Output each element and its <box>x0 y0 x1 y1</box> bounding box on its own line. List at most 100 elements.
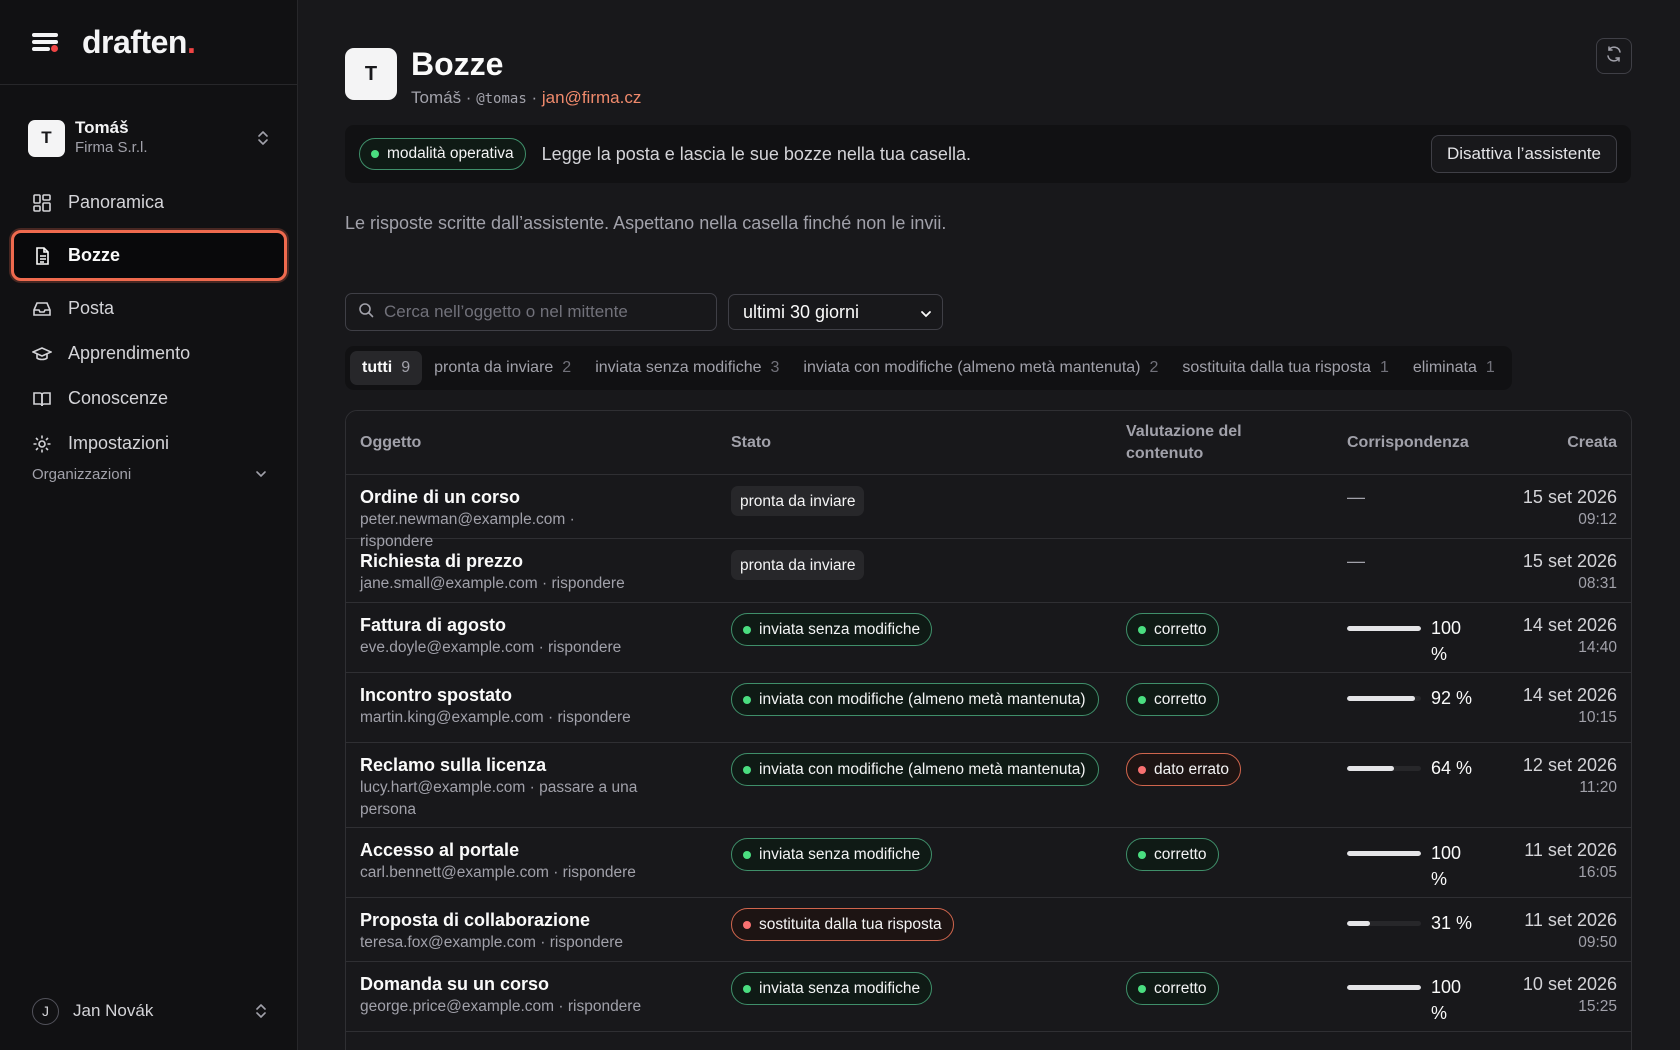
refresh-button[interactable] <box>1596 38 1632 74</box>
menu-icon[interactable] <box>32 30 60 54</box>
profile-email[interactable]: jan@firma.cz <box>542 88 641 107</box>
main-content: T Bozze Tomáš · @tomas · jan@firma.cz mo… <box>298 0 1680 1050</box>
column-header-rating[interactable]: Valutazione del contenuto <box>1126 421 1296 465</box>
match-percent: 31 % <box>1431 913 1473 933</box>
drafts-table: Oggetto Stato Valutazione del contenuto … <box>345 410 1632 1050</box>
row-time: 15:25 <box>1578 998 1617 1015</box>
row-match-cell: 100 % <box>1347 615 1497 667</box>
sidebar: draften. T Tomáš Firma S.r.l. Panoramica… <box>0 0 298 1050</box>
column-header-subject[interactable]: Oggetto <box>360 432 710 454</box>
organizations-toggle[interactable]: Organizzazioni <box>32 466 268 483</box>
row-created-cell: 14 set 2026 10:15 <box>1487 683 1617 729</box>
table-row[interactable]: Accesso al portale carl.bennett@example.c… <box>346 828 1631 898</box>
mode-bar: modalità operativa Legge la posta e lasc… <box>345 125 1631 183</box>
column-header-status[interactable]: Stato <box>731 432 1111 454</box>
nav-item-posta[interactable]: Posta <box>14 286 284 331</box>
row-match-cell: — <box>1347 551 1497 572</box>
row-match-cell: 100 % <box>1347 840 1497 892</box>
refresh-icon <box>1605 45 1623 68</box>
table-row[interactable]: Domanda su un corso george.price@example.… <box>346 962 1631 1032</box>
row-status-cell: inviata senza modifiche <box>731 972 1111 1005</box>
account-avatar: T <box>28 119 65 157</box>
status-badge: inviata con modifiche (almeno metà mante… <box>731 683 1099 716</box>
rating-badge: corretto <box>1126 838 1219 871</box>
column-header-match[interactable]: Corrispondenza <box>1347 432 1497 454</box>
row-time: 09:12 <box>1578 511 1617 528</box>
row-created-cell: 10 set 2026 15:25 <box>1487 972 1617 1018</box>
row-subject[interactable]: Ordine di un corso <box>360 485 710 509</box>
nav-item-apprendimento[interactable]: Apprendimento <box>14 331 284 376</box>
nav-item-panoramica[interactable]: Panoramica <box>14 180 284 225</box>
row-sender-meta: lucy.hart@example.com · passare a una pe… <box>360 779 638 818</box>
row-date: 12 set 2026 <box>1522 755 1617 775</box>
inbox-icon <box>32 299 52 319</box>
profile-avatar: T <box>345 48 397 100</box>
match-empty: — <box>1347 487 1365 507</box>
match-bar <box>1347 921 1421 926</box>
period-selected: ultimi 30 giorni <box>743 301 860 322</box>
match-percent: 64 % <box>1431 758 1473 778</box>
nav-item-conoscenze[interactable]: Conoscenze <box>14 376 284 421</box>
chevron-updown-icon <box>254 1002 268 1020</box>
row-time: 08:31 <box>1578 575 1617 592</box>
table-row[interactable]: Incontro spostato martin.king@example.com… <box>346 673 1631 743</box>
row-created-cell: 15 set 2026 08:31 <box>1487 549 1617 595</box>
user-avatar: J <box>32 997 59 1025</box>
book-icon <box>32 389 52 409</box>
mode-description: Legge la posta e lascia le sue bozze nel… <box>541 143 971 164</box>
status-badge: inviata con modifiche (almeno metà mante… <box>731 753 1099 786</box>
nav-label: Impostazioni <box>68 433 170 453</box>
table-row[interactable]: Richiesta di prezzo jane.small@example.co… <box>346 539 1631 603</box>
profile-name: Tomáš <box>411 88 462 107</box>
logo: draften. <box>82 23 196 60</box>
row-subject[interactable]: Domanda su un corso <box>360 972 710 996</box>
rating-badge: corretto <box>1126 613 1219 646</box>
account-org: Firma S.r.l. <box>75 139 148 156</box>
filter-tab-senza-modifiche[interactable]: inviata senza modifiche 3 <box>583 351 791 385</box>
table-row[interactable]: Ordine di un corso peter.newman@example.c… <box>346 475 1631 550</box>
row-subject[interactable]: Proposta di collaborazione <box>360 908 710 932</box>
column-header-created[interactable]: Creata <box>1487 432 1617 454</box>
row-rating-cell: corretto <box>1126 838 1326 871</box>
row-rating-cell: dato errato <box>1126 753 1326 786</box>
row-match-cell: 92 % <box>1347 685 1497 711</box>
nav-label: Panoramica <box>68 192 165 212</box>
filter-tab-pronta[interactable]: pronta da inviare 2 <box>422 351 583 385</box>
row-subject-cell: Accesso al portale carl.bennett@example.c… <box>360 838 710 884</box>
table-row[interactable]: Proposta di collaborazione teresa.fox@exa… <box>346 898 1631 962</box>
row-subject[interactable]: Accesso al portale <box>360 838 710 862</box>
table-row[interactable]: Reclamo sulla licenza lucy.hart@example.c… <box>346 743 1631 828</box>
page-subtitle: Tomáš · @tomas · jan@firma.cz <box>411 88 642 107</box>
filter-tab-eliminata[interactable]: eliminata 1 <box>1401 351 1507 385</box>
row-sender-meta: george.price@example.com · rispondere <box>360 998 642 1015</box>
nav-item-bozze[interactable]: Bozze <box>11 230 287 281</box>
period-select[interactable]: ultimi 30 giorni <box>728 294 943 330</box>
nav-item-impostazioni[interactable]: Impostazioni <box>14 421 284 466</box>
document-icon <box>32 246 52 266</box>
row-subject[interactable]: Fattura di agosto <box>360 613 710 637</box>
filter-tab-con-modifiche[interactable]: inviata con modifiche (almeno metà mante… <box>791 351 1170 385</box>
table-row[interactable]: Fattura di agosto eve.doyle@example.com ·… <box>346 603 1631 673</box>
search-input[interactable]: Cerca nell’oggetto o nel mittente <box>345 293 717 331</box>
row-time: 14:40 <box>1578 639 1617 656</box>
row-created-cell: 14 set 2026 14:40 <box>1487 613 1617 659</box>
account-switcher[interactable]: T Tomáš Firma S.r.l. <box>28 118 270 158</box>
nav-label: Conoscenze <box>68 388 169 408</box>
account-name: Tomáš <box>75 118 129 137</box>
row-match-cell: — <box>1347 487 1497 508</box>
user-menu[interactable]: J Jan Novák <box>32 996 268 1026</box>
deactivate-assistant-button[interactable]: Disattiva l’assistente <box>1430 135 1617 173</box>
filter-tab-sostituita[interactable]: sostituita dalla tua risposta 1 <box>1170 351 1400 385</box>
chevron-down-icon <box>920 302 932 323</box>
status-badge: sostituita dalla tua risposta <box>731 908 954 941</box>
row-subject[interactable]: Incontro spostato <box>360 683 710 707</box>
row-subject[interactable]: Richiesta di prezzo <box>360 549 710 573</box>
row-sender-meta: martin.king@example.com · rispondere <box>360 709 631 726</box>
row-time: 09:50 <box>1578 934 1617 951</box>
row-status-cell: pronta da inviare <box>731 550 1111 580</box>
filter-tab-tutti[interactable]: tutti 9 <box>350 351 423 385</box>
status-badge: pronta da inviare <box>731 550 865 580</box>
row-date: 14 set 2026 <box>1522 685 1617 705</box>
row-created-cell: 11 set 2026 16:05 <box>1487 838 1617 884</box>
row-subject[interactable]: Reclamo sulla licenza <box>360 753 710 777</box>
